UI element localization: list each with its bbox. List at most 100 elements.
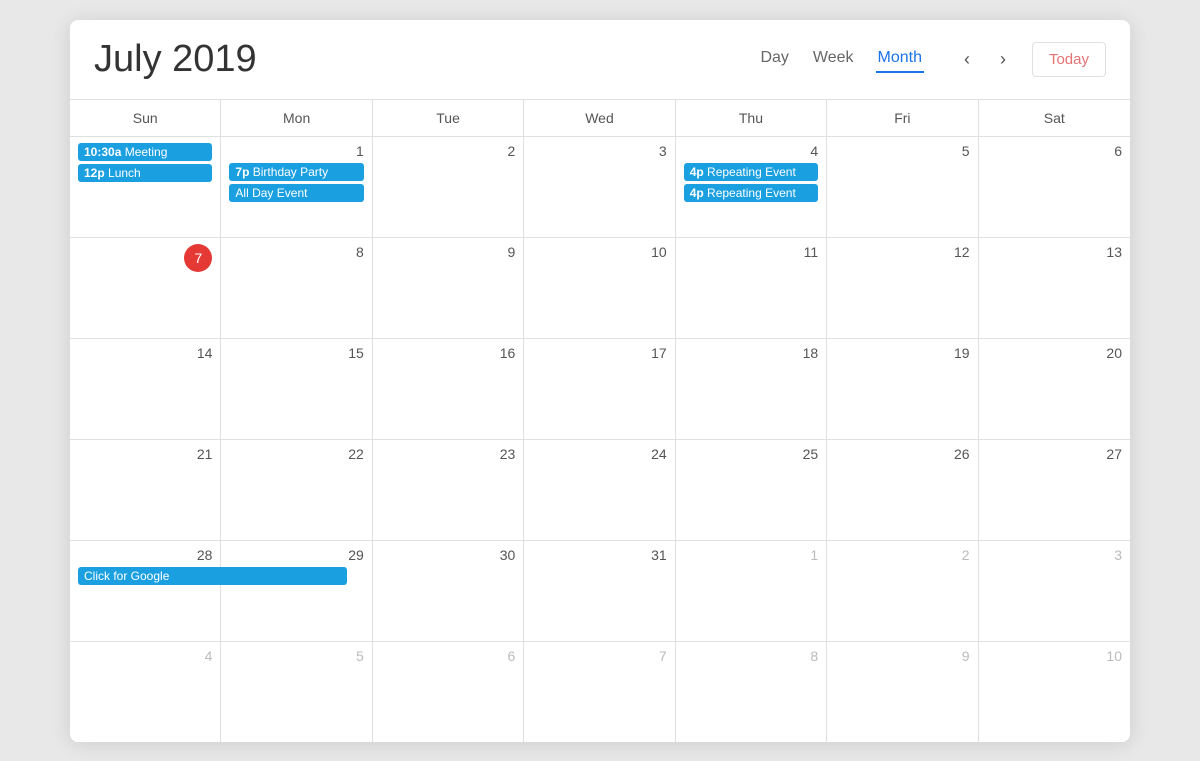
calendar-event[interactable]: 12p Lunch bbox=[78, 164, 212, 182]
day-cell[interactable]: 11 bbox=[676, 238, 827, 338]
day-number: 31 bbox=[532, 547, 666, 563]
day-header-wed: Wed bbox=[524, 100, 675, 136]
calendar-event-wide[interactable]: Click for Google bbox=[78, 567, 347, 585]
calendar-grid: SunMonTueWedThuFriSat 10:30a Meeting 12p … bbox=[70, 100, 1130, 742]
calendar-header: July 2019 Day Week Month ‹ › Today bbox=[70, 20, 1130, 100]
day-number: 2 bbox=[381, 143, 515, 159]
day-number: 12 bbox=[835, 244, 969, 260]
day-cell[interactable]: 26 bbox=[827, 440, 978, 540]
day-cell[interactable]: 8 bbox=[676, 642, 827, 742]
day-cell[interactable]: 18 bbox=[676, 339, 827, 439]
day-cell[interactable]: 9 bbox=[827, 642, 978, 742]
day-cell[interactable]: 7 bbox=[524, 642, 675, 742]
day-number: 10 bbox=[532, 244, 666, 260]
day-header-sat: Sat bbox=[979, 100, 1130, 136]
calendar-event[interactable]: 7p Birthday Party bbox=[229, 163, 363, 181]
day-cell[interactable]: 29 bbox=[221, 541, 372, 641]
day-cell[interactable]: 3 bbox=[979, 541, 1130, 641]
day-number: 3 bbox=[532, 143, 666, 159]
day-number: 17 bbox=[532, 345, 666, 361]
day-number: 26 bbox=[835, 446, 969, 462]
day-number: 5 bbox=[835, 143, 969, 159]
view-day[interactable]: Day bbox=[758, 45, 790, 73]
day-number: 8 bbox=[684, 648, 818, 664]
day-cell[interactable]: 28Click for Google bbox=[70, 541, 221, 641]
view-buttons: Day Week Month bbox=[758, 45, 924, 73]
day-cell[interactable]: 13 bbox=[979, 238, 1130, 338]
view-week[interactable]: Week bbox=[811, 45, 856, 73]
day-cell[interactable]: 7 bbox=[70, 238, 221, 338]
day-header-sun: Sun bbox=[70, 100, 221, 136]
day-cell[interactable]: 17 bbox=[524, 339, 675, 439]
day-number: 6 bbox=[381, 648, 515, 664]
week-row: 28Click for Google 29 30 31 1 2 3 bbox=[70, 541, 1130, 642]
day-number: 1 bbox=[229, 143, 363, 159]
day-number: 27 bbox=[987, 446, 1122, 462]
day-number: 30 bbox=[381, 547, 515, 563]
day-headers: SunMonTueWedThuFriSat bbox=[70, 100, 1130, 137]
calendar-event[interactable]: 10:30a Meeting bbox=[78, 143, 212, 161]
day-number: 18 bbox=[684, 345, 818, 361]
day-cell[interactable]: 44p Repeating Event4p Repeating Event bbox=[676, 137, 827, 237]
day-cell[interactable]: 20 bbox=[979, 339, 1130, 439]
day-cell[interactable]: 30 bbox=[373, 541, 524, 641]
day-cell[interactable]: 9 bbox=[373, 238, 524, 338]
day-cell[interactable]: 10:30a Meeting 12p Lunch bbox=[70, 137, 221, 237]
day-cell[interactable]: 5 bbox=[827, 137, 978, 237]
day-cell[interactable]: 12 bbox=[827, 238, 978, 338]
nav-buttons: ‹ › bbox=[954, 43, 1016, 76]
day-cell[interactable]: 5 bbox=[221, 642, 372, 742]
day-number: 4 bbox=[78, 648, 212, 664]
view-month[interactable]: Month bbox=[876, 45, 924, 73]
day-cell[interactable]: 10 bbox=[979, 642, 1130, 742]
week-row: 456 7 8910 bbox=[70, 642, 1130, 742]
day-cell[interactable]: 4 bbox=[70, 642, 221, 742]
day-cell[interactable]: 3 bbox=[524, 137, 675, 237]
day-number: 3 bbox=[987, 547, 1122, 563]
day-number: 6 bbox=[987, 143, 1122, 159]
day-number: 13 bbox=[987, 244, 1122, 260]
day-cell[interactable]: 22 bbox=[221, 440, 372, 540]
day-number: 1 bbox=[684, 547, 818, 563]
day-cell[interactable]: 2 bbox=[373, 137, 524, 237]
day-number: 24 bbox=[532, 446, 666, 462]
day-cell[interactable]: 10 bbox=[524, 238, 675, 338]
day-cell[interactable]: 1 7p Birthday Party All Day Event bbox=[221, 137, 372, 237]
day-header-tue: Tue bbox=[373, 100, 524, 136]
day-cell[interactable]: 8 bbox=[221, 238, 372, 338]
day-cell[interactable]: 6 bbox=[373, 642, 524, 742]
day-number: 29 bbox=[229, 547, 363, 563]
day-number: 15 bbox=[229, 345, 363, 361]
prev-month-button[interactable]: ‹ bbox=[954, 43, 980, 76]
day-cell[interactable]: 21 bbox=[70, 440, 221, 540]
today-button[interactable]: Today bbox=[1032, 42, 1106, 77]
calendar-weeks: 10:30a Meeting 12p Lunch 1 7p Birthday Part… bbox=[70, 137, 1130, 742]
day-cell[interactable]: 31 bbox=[524, 541, 675, 641]
week-row: 14 15 16 17 18 1920 bbox=[70, 339, 1130, 440]
day-cell[interactable]: 14 bbox=[70, 339, 221, 439]
day-cell[interactable]: 24 bbox=[524, 440, 675, 540]
day-cell[interactable]: 15 bbox=[221, 339, 372, 439]
day-number: 11 bbox=[684, 244, 818, 260]
day-cell[interactable]: 6 bbox=[979, 137, 1130, 237]
day-number: 8 bbox=[229, 244, 363, 260]
day-cell[interactable]: 19 bbox=[827, 339, 978, 439]
calendar-title: July 2019 bbox=[94, 38, 758, 81]
calendar-container: July 2019 Day Week Month ‹ › Today SunMo… bbox=[70, 20, 1130, 742]
calendar-event[interactable]: All Day Event bbox=[229, 184, 363, 202]
next-month-button[interactable]: › bbox=[990, 43, 1016, 76]
day-cell[interactable]: 25 bbox=[676, 440, 827, 540]
day-number: 7 bbox=[532, 648, 666, 664]
day-cell[interactable]: 1 bbox=[676, 541, 827, 641]
day-number: 14 bbox=[78, 345, 212, 361]
calendar-event[interactable]: 4p Repeating Event bbox=[684, 163, 818, 181]
day-cell[interactable]: 27 bbox=[979, 440, 1130, 540]
week-row: 212223 24 25 26 27 bbox=[70, 440, 1130, 541]
day-cell[interactable]: 23 bbox=[373, 440, 524, 540]
calendar-event[interactable]: 4p Repeating Event bbox=[684, 184, 818, 202]
week-row: 789 10 11 12 13 bbox=[70, 238, 1130, 339]
day-header-mon: Mon bbox=[221, 100, 372, 136]
day-cell[interactable]: 16 bbox=[373, 339, 524, 439]
day-number: 2 bbox=[835, 547, 969, 563]
day-cell[interactable]: 2 bbox=[827, 541, 978, 641]
